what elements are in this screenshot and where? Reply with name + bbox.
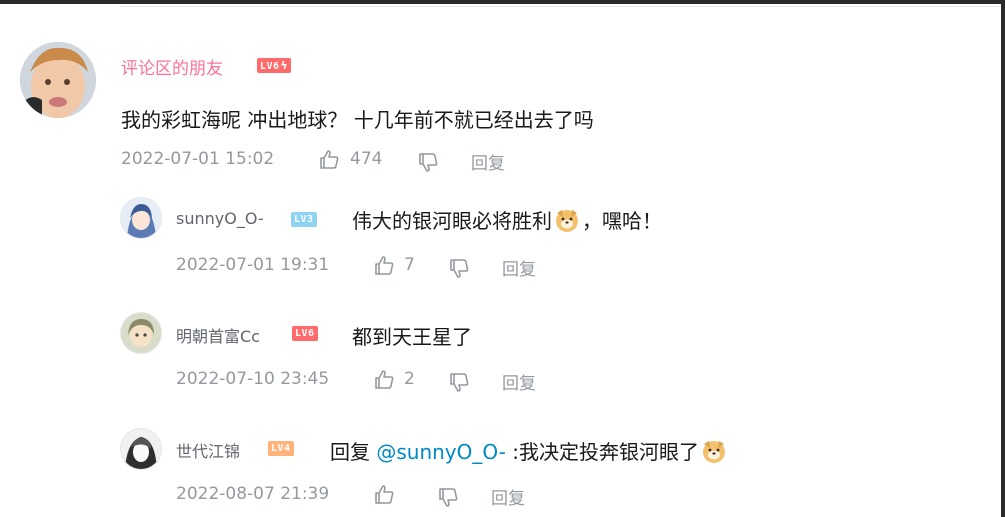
dislike-icon[interactable] bbox=[447, 256, 471, 280]
reply-text: ，嘿哈！ bbox=[582, 209, 662, 233]
comment-username[interactable]: 评论区的朋友 bbox=[121, 54, 223, 79]
comment-date: 2022-07-01 15:02 bbox=[121, 149, 275, 169]
reply-prefix: 回复 bbox=[330, 440, 370, 464]
reply-username[interactable]: 世代江锦 bbox=[176, 438, 240, 462]
reply-text: :我决定投奔银河眼了 bbox=[512, 440, 700, 464]
emoji-dog-icon bbox=[554, 207, 580, 233]
avatar[interactable] bbox=[120, 428, 162, 470]
comment-content: 我的彩虹海呢 冲出地球？ 十几年前不就已经出去了吗 bbox=[121, 108, 594, 132]
window-right-border bbox=[1001, 0, 1005, 517]
dislike-icon[interactable] bbox=[447, 370, 471, 394]
like-count: 2 bbox=[404, 369, 415, 389]
reply-content: 回复 @sunnyO_O- :我决定投奔银河眼了 bbox=[330, 436, 729, 465]
reply-date: 2022-07-01 19:31 bbox=[176, 255, 330, 275]
like-icon[interactable] bbox=[372, 483, 396, 507]
dislike-icon[interactable] bbox=[436, 485, 460, 509]
reply-date: 2022-07-10 23:45 bbox=[176, 369, 330, 389]
emoji-dog-icon bbox=[701, 438, 727, 464]
avatar[interactable] bbox=[120, 197, 162, 239]
reply-text: 伟大的银河眼必将胜利 bbox=[352, 209, 552, 233]
level-badge: LV6 bbox=[292, 326, 318, 341]
reply-content: 都到天王星了 bbox=[352, 325, 472, 349]
avatar[interactable] bbox=[20, 42, 96, 118]
level-badge: LV4 bbox=[268, 441, 294, 456]
window-top-border bbox=[0, 0, 1005, 4]
like-count: 7 bbox=[404, 255, 415, 275]
reply-date: 2022-08-07 21:39 bbox=[176, 484, 330, 504]
mention-link[interactable]: @sunnyO_O- bbox=[376, 440, 506, 464]
level-badge: LV3 bbox=[291, 212, 317, 227]
dislike-icon[interactable] bbox=[416, 150, 440, 174]
like-icon[interactable] bbox=[372, 368, 396, 392]
avatar[interactable] bbox=[120, 312, 162, 354]
reply-button[interactable]: 回复 bbox=[471, 149, 505, 174]
reply-username[interactable]: sunnyO_O- bbox=[176, 209, 264, 228]
reply-button[interactable]: 回复 bbox=[502, 369, 536, 394]
like-icon[interactable] bbox=[317, 148, 341, 172]
divider bbox=[120, 6, 1000, 7]
reply-content: 伟大的银河眼必将胜利 ，嘿哈！ bbox=[352, 205, 662, 234]
reply-button[interactable]: 回复 bbox=[491, 484, 525, 509]
reply-button[interactable]: 回复 bbox=[502, 255, 536, 280]
like-icon[interactable] bbox=[372, 254, 396, 278]
level-badge: LV6 bbox=[257, 58, 291, 73]
reply-username[interactable]: 明朝首富Cc bbox=[176, 323, 260, 347]
like-count: 474 bbox=[350, 149, 383, 169]
